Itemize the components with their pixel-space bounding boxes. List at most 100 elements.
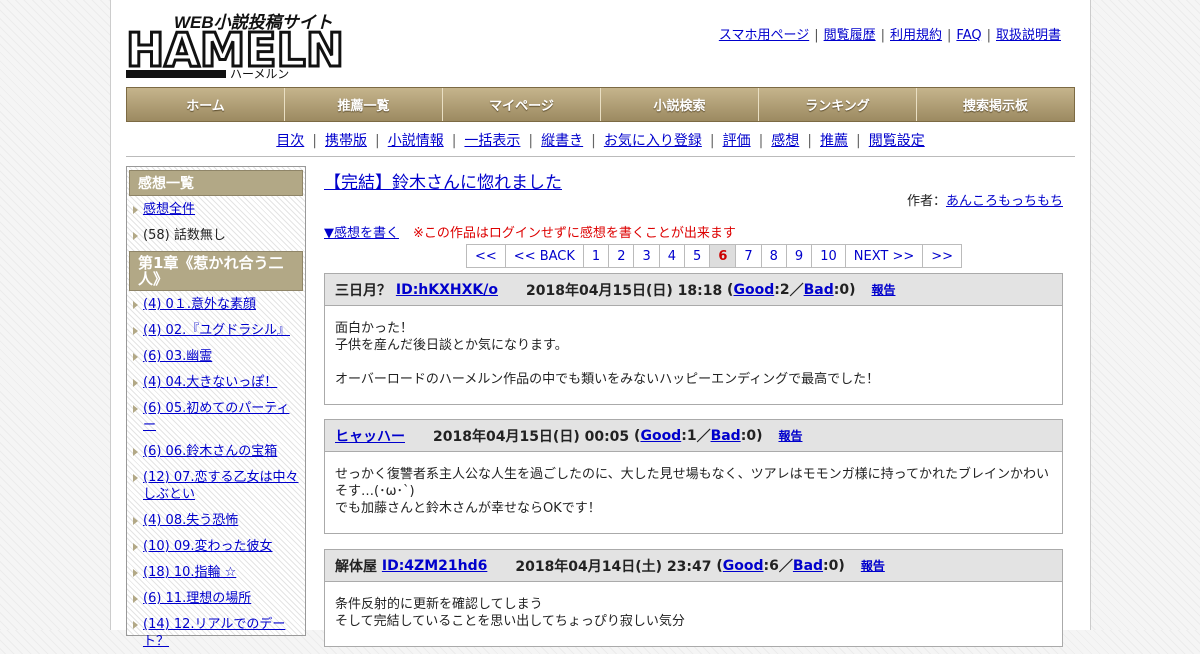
review-line: 条件反射的に更新を確認してしまう <box>335 597 543 612</box>
write-review-link[interactable]: ▼感想を書く <box>324 226 399 241</box>
subnav-bulk-view[interactable]: 一括表示 <box>464 133 520 149</box>
pager-page-3[interactable]: 3 <box>634 244 660 268</box>
logo-kana: ハーメルン <box>230 67 289 80</box>
pager-back[interactable]: << BACK <box>505 244 584 268</box>
reviewer-name: 解体屋 <box>335 558 377 575</box>
global-nav: ホーム 推薦一覧 マイページ 小説検索 ランキング 捜索掲示板 <box>126 87 1075 122</box>
report-link[interactable]: 報告 <box>861 557 885 574</box>
subnav-view-settings[interactable]: 閲覧設定 <box>869 133 925 149</box>
review-line: 子供を産んだ後日談とか気になります。 <box>335 338 568 353</box>
episode-link[interactable]: (6) 11.理想の場所 <box>143 591 251 606</box>
pager-page-9[interactable]: 9 <box>786 244 813 268</box>
toplink-terms[interactable]: 利用規約 <box>890 28 942 43</box>
episode-link[interactable]: (4) 04.大きないっぽ！ <box>143 375 277 390</box>
review-line <box>335 354 1052 371</box>
nav-search-board[interactable]: 捜索掲示板 <box>917 88 1074 121</box>
reviewer-id-link[interactable]: ID:hKXHXK/o <box>396 282 498 298</box>
good-link[interactable]: Good <box>733 282 774 298</box>
episode-link[interactable]: (14) 12.リアルでのデート？ <box>143 617 285 649</box>
good-count: 6 <box>769 557 779 574</box>
nav-ranking[interactable]: ランキング <box>759 88 917 121</box>
arrow-right-icon <box>133 543 138 551</box>
report-link[interactable]: 報告 <box>871 281 895 298</box>
sidebar-link-all[interactable]: 感想全件 <box>143 202 195 217</box>
author-link[interactable]: あんころもっちもち <box>946 194 1063 209</box>
pager-next[interactable]: NEXT >> <box>845 244 924 268</box>
episode-link[interactable]: (6) 05.初めてのパーティー <box>143 401 289 433</box>
subnav-favorite[interactable]: お気に入り登録 <box>604 133 702 149</box>
pager-current-page: 6 <box>710 244 737 268</box>
bad-link[interactable]: Bad <box>793 558 823 574</box>
reviewer-id-link[interactable]: ID:4ZM21hd6 <box>382 558 487 574</box>
pager-last[interactable]: >> <box>923 244 963 268</box>
sidebar-episode: (6) 05.初めてのパーティー <box>129 395 303 438</box>
bad-link[interactable]: Bad <box>804 282 834 298</box>
episode-link[interactable]: (18) 10.指輪 ☆ <box>143 565 236 580</box>
sidebar-episode: (6) 11.理想の場所 <box>129 585 303 611</box>
reviewer-name-link[interactable]: ヒャッハー <box>335 426 405 446</box>
nav-home[interactable]: ホーム <box>127 88 285 121</box>
episode-link[interactable]: (10) 09.変わった彼女 <box>143 539 273 554</box>
novel-sub-nav: 目次 | 携帯版 | 小説情報 | 一括表示 | 縦書き | お気に入り登録 | 評価 | 感想 | 推薦 | 閲覧… <box>276 133 925 149</box>
pager-page-7[interactable]: 7 <box>736 244 762 268</box>
arrow-right-icon <box>133 474 138 482</box>
subnav-vertical[interactable]: 縦書き <box>541 133 583 149</box>
subnav-rating[interactable]: 評価 <box>723 133 751 149</box>
subnav-reviews[interactable]: 感想 <box>771 133 799 149</box>
subnav-novel-info[interactable]: 小説情報 <box>388 133 444 149</box>
pager-page-4[interactable]: 4 <box>659 244 686 268</box>
episode-link[interactable]: (12) 07.恋する乙女は中々しぶとい <box>143 470 299 502</box>
pagination: << << BACK 1 2 3 4 5 6 7 8 9 10 NEXT >> … <box>466 244 963 268</box>
arrow-right-icon <box>133 353 138 361</box>
nav-recommend-list[interactable]: 推薦一覧 <box>285 88 443 121</box>
episode-link[interactable]: (4) 02.『ユグドラシル』 <box>143 323 290 338</box>
subnav-toc[interactable]: 目次 <box>276 133 304 149</box>
reviewer-name: 三日月？ <box>335 282 391 299</box>
arrow-right-icon <box>133 621 138 629</box>
nav-novel-search[interactable]: 小説検索 <box>601 88 759 121</box>
author-line: 作者：あんころもっちもち <box>907 190 1063 209</box>
toplink-faq[interactable]: FAQ <box>956 28 981 43</box>
pager-page-10[interactable]: 10 <box>812 244 846 268</box>
write-review-row: ▼感想を書く ※この作品はログインせずに感想を書くことが出来ます <box>324 222 736 241</box>
episode-link[interactable]: (4) 0１.意外な素顔 <box>143 297 256 312</box>
bad-count: 0 <box>828 557 839 574</box>
pager-page-2[interactable]: 2 <box>609 244 635 268</box>
episode-link[interactable]: (6) 03.幽霊 <box>143 349 212 364</box>
subnav-recommend[interactable]: 推薦 <box>820 133 848 149</box>
episode-link[interactable]: (6) 06.鈴木さんの宝箱 <box>143 444 277 459</box>
review-header: 解体屋 ID:4ZM21hd6 2018年04月14日(土) 23:47 (Go… <box>325 550 1062 582</box>
sidebar-episode: (14) 12.リアルでのデート？ <box>129 611 303 654</box>
bad-count: 0 <box>839 281 850 298</box>
toplink-manual[interactable]: 取扱説明書 <box>996 28 1061 43</box>
report-link[interactable]: 報告 <box>778 427 802 444</box>
sidebar-episode: (6) 03.幽霊 <box>129 343 303 369</box>
sidebar-no-episode-text: (58) 話数無し <box>143 228 226 243</box>
arrow-right-icon <box>133 379 138 387</box>
sidebar-chapter-heading: 第1章《惹かれ合う二人》 <box>129 251 303 291</box>
nav-mypage[interactable]: マイページ <box>443 88 601 121</box>
arrow-right-icon <box>133 405 138 413</box>
review-line: そして完結していることを思い出してちょっぴり寂しい気分 <box>335 614 685 629</box>
hameln-logo[interactable]: WEB小説投稿サイト HAMELN ハーメルン <box>125 10 346 81</box>
pager-page-5[interactable]: 5 <box>685 244 711 268</box>
arrow-right-icon <box>133 301 138 309</box>
episode-list: (4) 0１.意外な素顔 (4) 02.『ユグドラシル』 (6) 03.幽霊 (… <box>129 291 303 654</box>
pager-first[interactable]: << <box>467 244 506 268</box>
good-link[interactable]: Good <box>640 428 681 444</box>
arrow-right-icon <box>133 448 138 456</box>
sidebar-episode: (4) 04.大きないっぽ！ <box>129 369 303 395</box>
episode-link[interactable]: (4) 08.失う恐怖 <box>143 513 238 528</box>
review-card: 三日月？ ID:hKXHXK/o 2018年04月15日(日) 18:18 (G… <box>324 273 1063 405</box>
sidebar-item-all: 感想全件 <box>129 196 303 222</box>
review-date: 2018年04月15日(日) 18:18 <box>526 282 723 299</box>
toplink-history[interactable]: 閲覧履歴 <box>824 28 876 43</box>
pager-page-8[interactable]: 8 <box>761 244 787 268</box>
novel-title[interactable]: 【完結】鈴木さんに惚れました <box>324 168 562 193</box>
bad-link[interactable]: Bad <box>711 428 741 444</box>
review-sidebar: 感想一覧 感想全件 (58) 話数無し 第1章《惹かれ合う二人》 (4) 0１.… <box>126 166 306 649</box>
good-link[interactable]: Good <box>723 558 764 574</box>
toplink-smartphone[interactable]: スマホ用ページ <box>719 28 809 43</box>
subnav-mobile[interactable]: 携帯版 <box>325 133 367 149</box>
pager-page-1[interactable]: 1 <box>583 244 610 268</box>
